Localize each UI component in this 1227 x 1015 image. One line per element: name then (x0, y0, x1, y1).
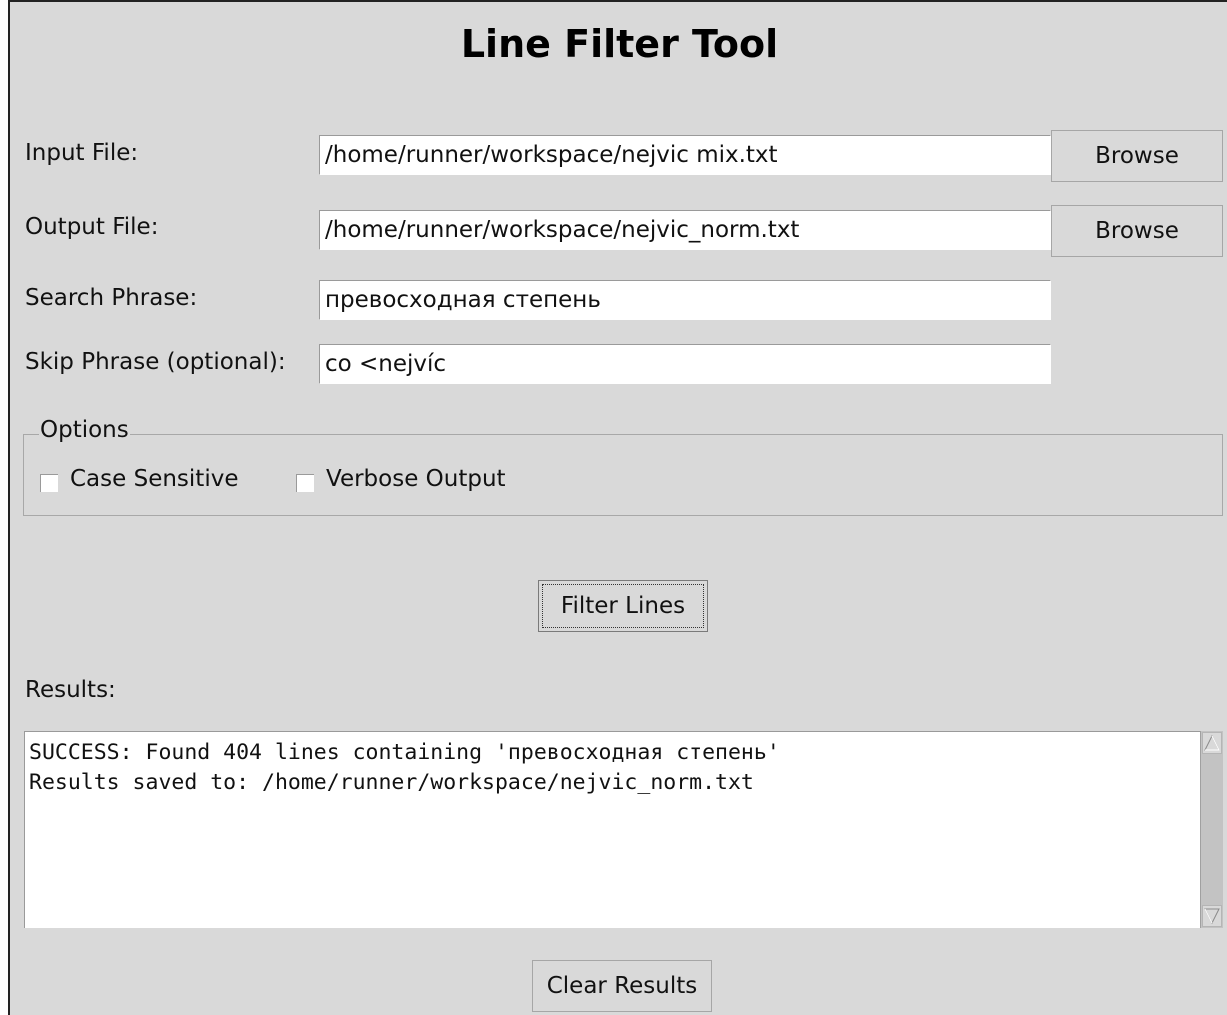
results-scrollbar[interactable] (1200, 731, 1223, 928)
input-file-field[interactable] (319, 135, 1051, 175)
output-file-field[interactable] (319, 210, 1051, 250)
options-legend: Options (39, 417, 130, 443)
app-window: Line Filter Tool Input File: Browse Outp… (8, 0, 1227, 1015)
scroll-up-arrow-icon[interactable] (1202, 732, 1222, 754)
filter-lines-button[interactable]: Filter Lines (538, 580, 708, 632)
input-browse-button[interactable]: Browse (1051, 130, 1223, 182)
scroll-down-arrow-icon[interactable] (1202, 905, 1222, 927)
output-file-label: Output File: (25, 214, 159, 240)
results-line: SUCCESS: Found 404 lines containing 'пре… (29, 740, 780, 765)
skip-phrase-field[interactable] (319, 344, 1051, 384)
results-line: Results saved to: /home/runner/workspace… (29, 770, 754, 795)
search-phrase-field[interactable] (319, 280, 1051, 320)
verbose-output-checkbox[interactable] (296, 474, 314, 492)
results-label: Results: (25, 677, 116, 703)
case-sensitive-label[interactable]: Case Sensitive (70, 466, 238, 492)
output-browse-button[interactable]: Browse (1051, 205, 1223, 257)
app-title: Line Filter Tool (460, 22, 779, 66)
clear-results-button[interactable]: Clear Results (532, 960, 712, 1012)
skip-phrase-label: Skip Phrase (optional): (25, 349, 286, 375)
focus-ring (542, 584, 704, 628)
case-sensitive-checkbox[interactable] (40, 474, 58, 492)
verbose-output-label[interactable]: Verbose Output (326, 466, 506, 492)
input-file-label: Input File: (25, 140, 139, 166)
search-phrase-label: Search Phrase: (25, 285, 198, 311)
results-textarea[interactable]: SUCCESS: Found 404 lines containing 'пре… (24, 731, 1200, 928)
